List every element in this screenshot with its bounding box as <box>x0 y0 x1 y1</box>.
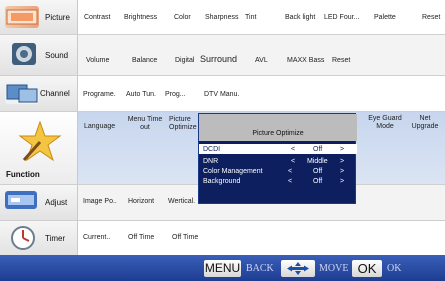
bottom-help-bar: MENU BACK MOVE OK OK <box>0 255 445 281</box>
menu-item-digital[interactable]: Digital <box>175 57 194 65</box>
sound-items: Volume Balance Digital Surround AVL MAXX… <box>78 35 445 75</box>
popup-row-label: Color Management <box>203 168 263 175</box>
menu-row-timer[interactable]: Timer Current.. Off Time Off Time <box>0 221 445 255</box>
category-channel-label: Channel <box>40 89 70 98</box>
picture-items: Contrast Brightness Color Sharpness Tint… <box>78 0 445 34</box>
category-sound-label: Sound <box>45 50 69 60</box>
category-adjust[interactable]: Adjust <box>0 185 78 220</box>
menu-item-volume[interactable]: Volume <box>86 57 109 65</box>
picture-icon <box>5 6 39 28</box>
menu-item-prog[interactable]: Prog... <box>165 91 186 99</box>
menu-item-led-four[interactable]: LED Four... <box>324 14 359 22</box>
right-arrow[interactable]: > <box>340 177 344 186</box>
right-arrow[interactable]: > <box>340 167 344 176</box>
menu-item-palette[interactable]: Palette <box>374 14 396 22</box>
popup-row-color-management[interactable]: Color Management < Off > <box>199 167 357 176</box>
right-arrow[interactable]: > <box>340 157 344 166</box>
menu-item-menu-timeout[interactable]: Menu Time out <box>126 116 164 132</box>
popup-row-value: Middle <box>307 158 328 165</box>
popup-row-value: Off <box>313 146 323 153</box>
category-picture-label: Picture <box>45 12 70 22</box>
menu-item-tint[interactable]: Tint <box>245 14 256 22</box>
menu-item-language[interactable]: Language <box>84 123 115 131</box>
menu-item-surround[interactable]: Surround <box>200 55 237 64</box>
left-arrow[interactable]: < <box>288 167 292 176</box>
adjust-icon <box>5 191 37 209</box>
menu-row-channel[interactable]: Channel Programe. Auto Tun. Prog... DTV … <box>0 76 445 111</box>
category-function[interactable]: Function <box>0 112 78 184</box>
category-function-label: Function <box>6 170 40 179</box>
timer-clock-icon <box>10 225 36 251</box>
popup-row-value: Off <box>313 168 323 175</box>
menu-item-reset-sound[interactable]: Reset <box>332 57 350 65</box>
category-sound[interactable]: Sound <box>0 35 78 75</box>
menu-item-eye-guard-mode[interactable]: Eye Guard Mode <box>365 115 405 131</box>
popup-row-label: DCDI <box>203 146 221 153</box>
menu-row-sound[interactable]: Sound Volume Balance Digital Surround AV… <box>0 35 445 75</box>
popup-title: Picture Optimize <box>199 114 357 141</box>
menu-item-net-upgrade[interactable]: Net Upgrade <box>408 115 442 131</box>
menu-item-image-position[interactable]: Image Po.. <box>83 198 117 206</box>
category-adjust-label: Adjust <box>45 198 68 207</box>
menu-key-button[interactable]: MENU <box>204 260 241 277</box>
back-label: BACK <box>246 263 274 274</box>
function-star-icon <box>18 120 62 164</box>
menu-item-balance[interactable]: Balance <box>132 57 157 65</box>
menu-item-back-light[interactable]: Back light <box>285 14 315 22</box>
menu-item-dtv-manual[interactable]: DTV Manu. <box>204 91 239 99</box>
left-arrow[interactable]: < <box>291 145 295 154</box>
menu-item-contrast[interactable]: Contrast <box>84 14 110 22</box>
menu-item-sharpness[interactable]: Sharpness <box>205 14 238 22</box>
ok-label: OK <box>387 263 402 274</box>
category-timer-label: Timer <box>45 233 66 243</box>
timer-items: Current.. Off Time Off Time <box>78 221 445 255</box>
menu-item-on-time[interactable]: Off Time <box>172 234 198 242</box>
popup-row-label: DNR <box>203 158 219 165</box>
left-arrow[interactable]: < <box>288 177 292 186</box>
right-arrow[interactable]: > <box>340 145 344 154</box>
category-timer[interactable]: Timer <box>0 221 78 255</box>
tv-channel-icon <box>5 82 39 104</box>
speaker-icon <box>12 43 36 65</box>
menu-item-reset-picture[interactable]: Reset <box>422 14 440 22</box>
move-arrows-icon[interactable] <box>281 260 315 277</box>
menu-item-avl[interactable]: AVL <box>255 57 268 65</box>
menu-item-vertical[interactable]: Wertical. <box>168 198 195 206</box>
left-arrow[interactable]: < <box>291 157 295 166</box>
menu-item-brightness[interactable]: Brightness <box>124 14 157 22</box>
popup-row-dnr[interactable]: DNR < Middle > <box>199 157 357 166</box>
category-channel[interactable]: Channel <box>0 76 78 111</box>
popup-row-background[interactable]: Background < Off > <box>199 177 357 186</box>
tv-menu-screen: Picture Contrast Brightness Color Sharpn… <box>0 0 445 281</box>
category-picture[interactable]: Picture <box>0 0 78 34</box>
popup-row-dcdi[interactable]: DCDI < Off > <box>199 145 357 154</box>
channel-items: Programe. Auto Tun. Prog... DTV Manu. <box>78 76 445 111</box>
ok-key-button[interactable]: OK <box>352 260 382 277</box>
menu-item-maxx-bass[interactable]: MAXX Bass <box>287 57 324 65</box>
menu-item-off-time[interactable]: Off Time <box>128 234 154 242</box>
menu-item-color[interactable]: Color <box>174 14 191 22</box>
move-label: MOVE <box>319 263 349 274</box>
menu-item-programe[interactable]: Programe. <box>83 91 116 99</box>
menu-item-current-time[interactable]: Current.. <box>83 234 110 242</box>
popup-row-value: Off <box>313 178 323 185</box>
menu-item-auto-tuning[interactable]: Auto Tun. <box>126 91 156 99</box>
menu-row-picture[interactable]: Picture Contrast Brightness Color Sharpn… <box>0 0 445 34</box>
picture-optimize-popup: Picture Optimize DCDI < Off > DNR < Midd… <box>198 113 357 204</box>
popup-row-label: Background <box>203 178 241 185</box>
menu-item-horizontal[interactable]: Horizont <box>128 198 154 206</box>
